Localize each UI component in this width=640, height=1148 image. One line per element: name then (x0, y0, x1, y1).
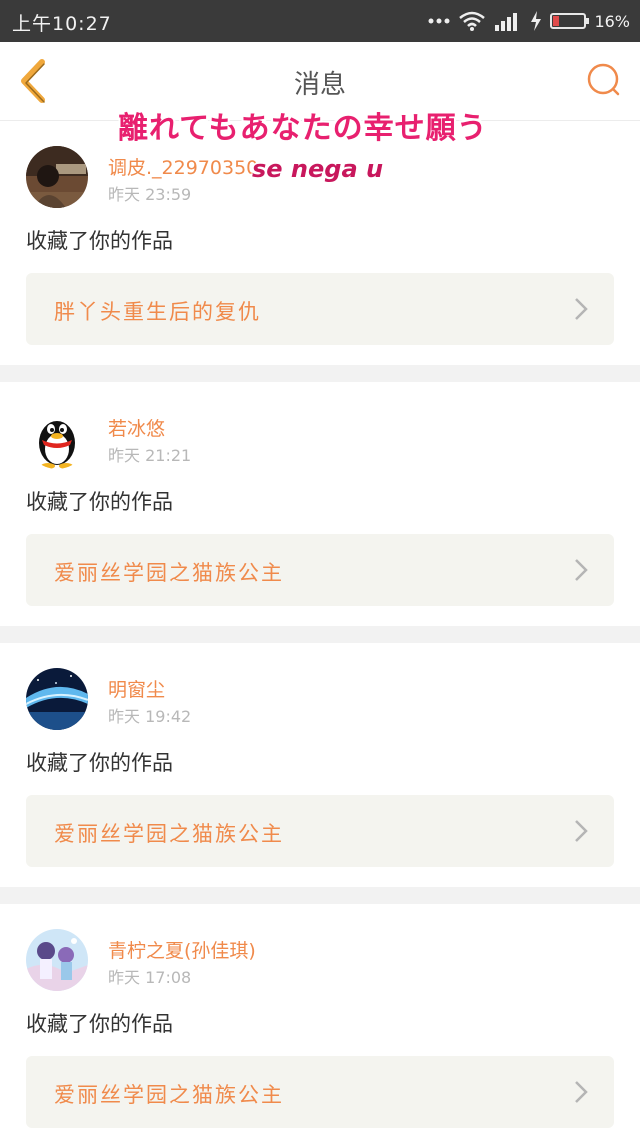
battery-percent: 16% (594, 11, 630, 31)
message-time: 昨天 23:59 (108, 185, 192, 204)
message-item[interactable]: 明窗尘 昨天 19:42 收藏了你的作品 爱丽丝学园之猫族公主 (0, 643, 640, 887)
message-list: 调皮._22970350 昨天 23:59 收藏了你的作品 胖丫头重生后的复仇 (0, 121, 640, 1148)
work-title: 爱丽丝学园之猫族公主 (54, 1083, 284, 1107)
chevron-right-icon (575, 1081, 588, 1103)
overlay-text-japanese: 離れてもあなたの幸せ願う (118, 111, 488, 146)
message-item[interactable]: 青柠之夏(孙佳琪) 昨天 17:08 收藏了你的作品 爱丽丝学园之猫族公主 (0, 904, 640, 1148)
user-name[interactable]: 明窗尘 (108, 675, 165, 702)
work-title: 胖丫头重生后的复仇 (54, 300, 261, 324)
work-card[interactable]: 爱丽丝学园之猫族公主 (26, 1056, 614, 1128)
message-text: 收藏了你的作品 (26, 229, 173, 253)
message-item[interactable]: 若冰悠 昨天 21:21 收藏了你的作品 爱丽丝学园之猫族公主 (0, 382, 640, 626)
battery-fill (553, 16, 559, 26)
divider (0, 626, 640, 643)
search-button[interactable] (584, 60, 624, 100)
signal-icon (495, 13, 518, 31)
message-text: 收藏了你的作品 (26, 490, 173, 514)
wifi-icon (459, 11, 486, 31)
message-text: 收藏了你的作品 (26, 1012, 173, 1036)
avatar[interactable] (26, 929, 88, 991)
more-dots-icon (428, 18, 450, 24)
status-bar: 上午10:27 16% (0, 0, 640, 42)
message-time: 昨天 21:21 (108, 446, 192, 465)
divider (0, 365, 640, 382)
search-icon (587, 63, 620, 96)
status-time: 上午10:27 (12, 13, 112, 35)
status-icons: 16% (428, 8, 630, 34)
work-card[interactable]: 爱丽丝学园之猫族公主 (26, 534, 614, 606)
chevron-right-icon (575, 559, 588, 581)
charging-icon (531, 11, 542, 31)
avatar[interactable] (26, 668, 88, 730)
user-name[interactable]: 青柠之夏(孙佳琪) (108, 936, 256, 963)
overlay-text-latin: se nega u (252, 155, 384, 183)
message-time: 昨天 19:42 (108, 707, 192, 726)
message-time: 昨天 17:08 (108, 968, 192, 987)
user-name[interactable]: 调皮._22970350 (108, 153, 258, 180)
divider (0, 887, 640, 904)
battery-icon (550, 13, 590, 29)
page-title: 消息 (293, 70, 346, 100)
work-title: 爱丽丝学园之猫族公主 (54, 561, 284, 585)
work-card[interactable]: 胖丫头重生后的复仇 (26, 273, 614, 345)
avatar[interactable] (26, 146, 88, 208)
work-card[interactable]: 爱丽丝学园之猫族公主 (26, 795, 614, 867)
message-text: 收藏了你的作品 (26, 751, 173, 775)
avatar[interactable] (26, 407, 88, 469)
work-title: 爱丽丝学园之猫族公主 (54, 822, 284, 846)
user-name[interactable]: 若冰悠 (108, 414, 165, 441)
chevron-right-icon (575, 298, 588, 320)
chevron-right-icon (575, 820, 588, 842)
